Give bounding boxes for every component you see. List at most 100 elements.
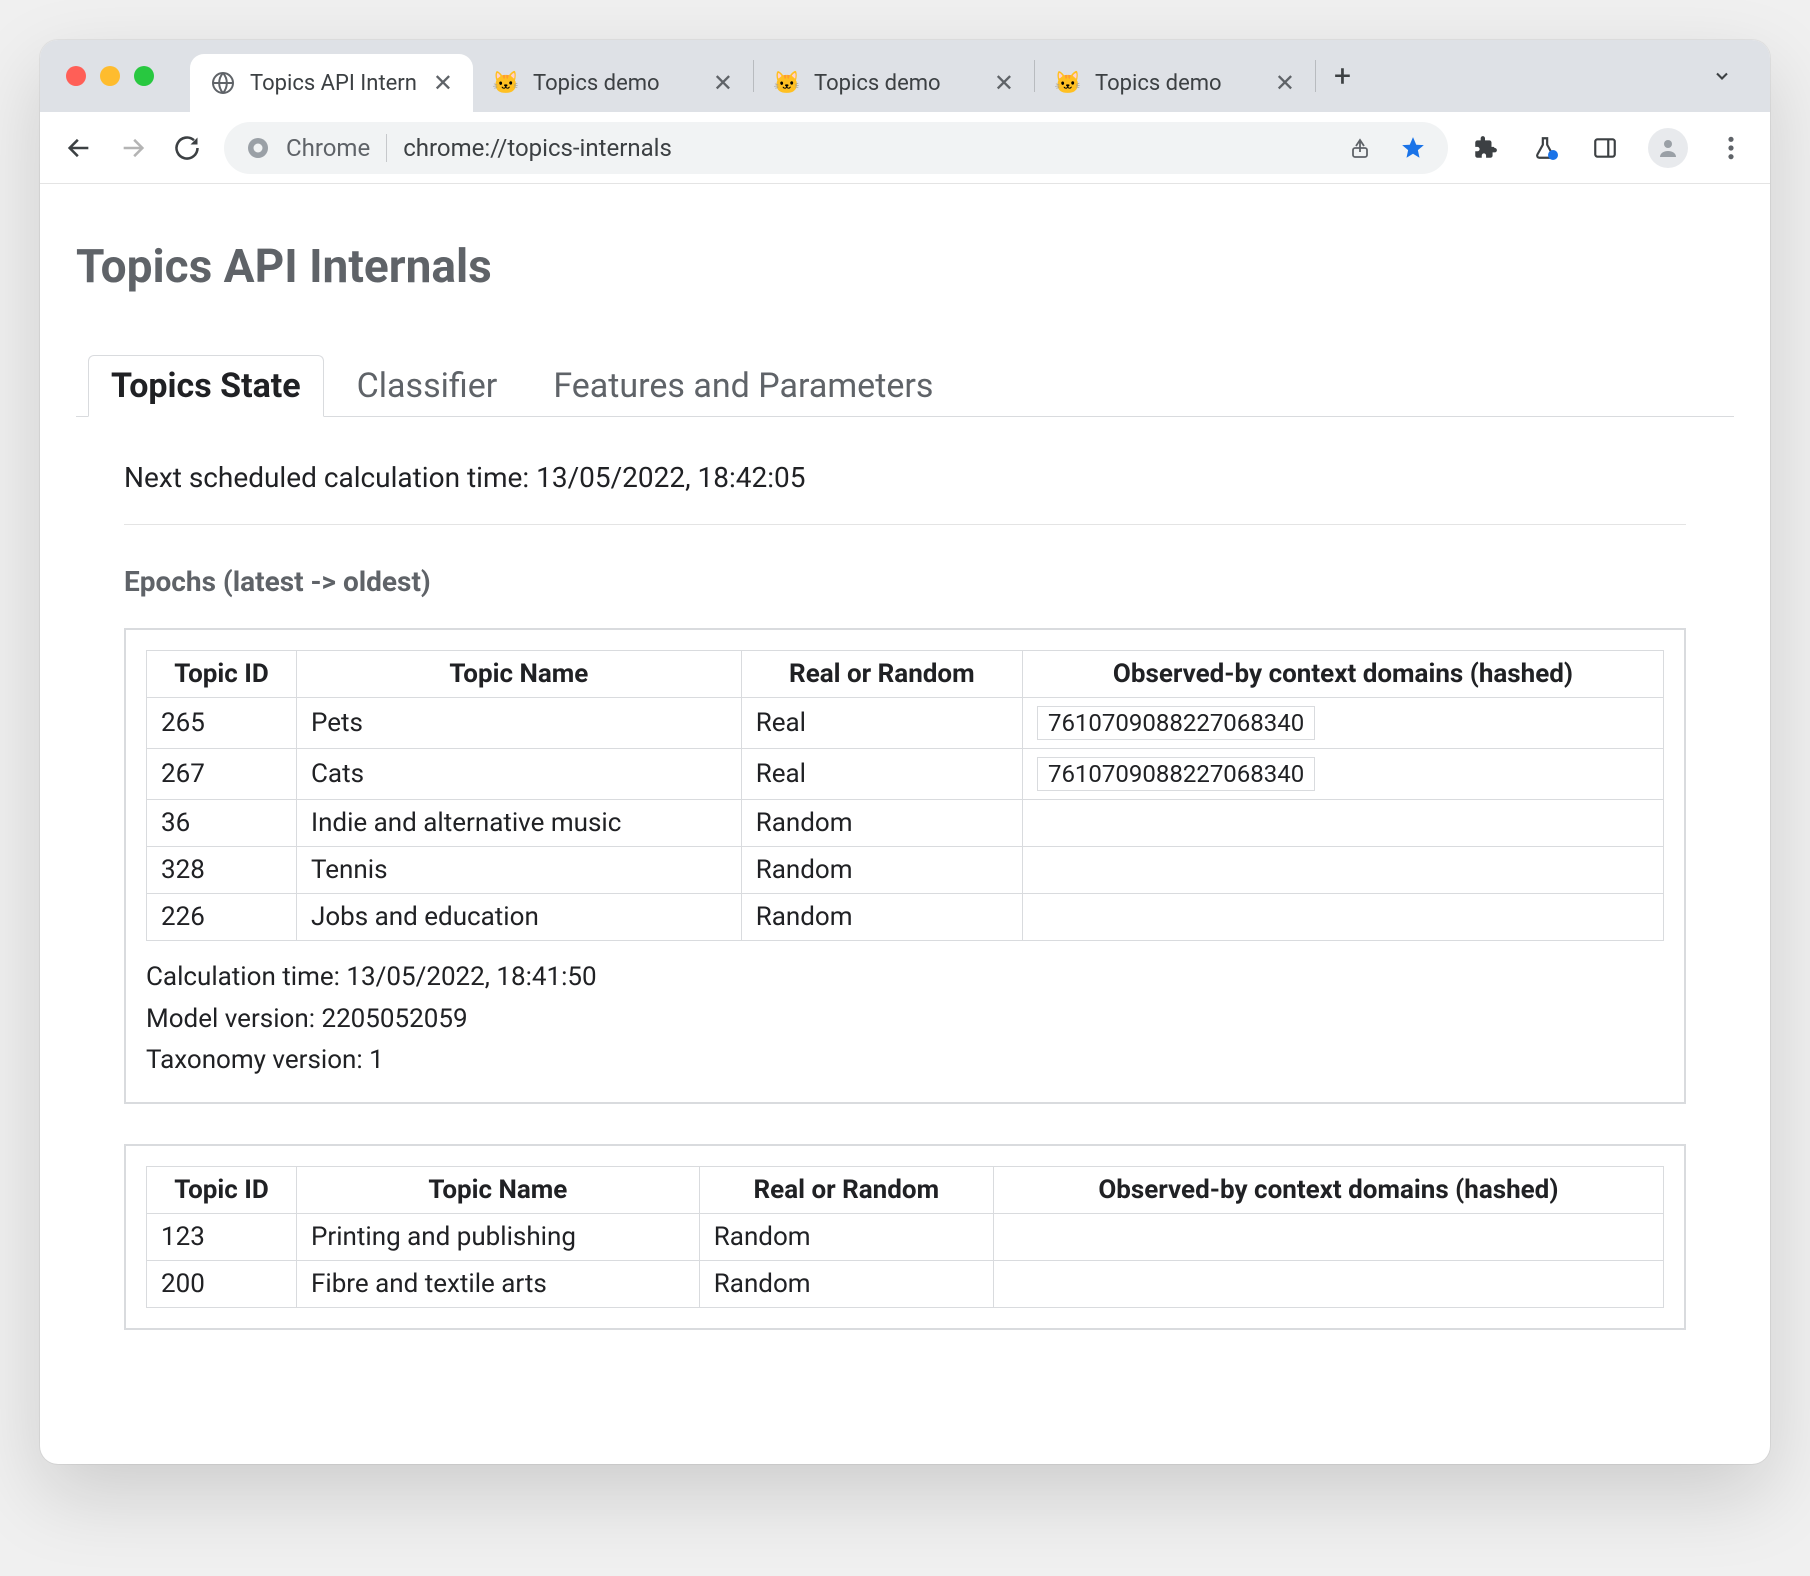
share-icon[interactable]: [1348, 136, 1372, 160]
epoch-meta: Calculation time: 13/05/2022, 18:41:50 M…: [146, 957, 1664, 1082]
close-icon[interactable]: ✕: [992, 69, 1016, 97]
cell-hash: [993, 1260, 1663, 1307]
cat-icon: 🐱: [1055, 70, 1081, 96]
url-scheme-label: Chrome: [286, 134, 370, 162]
page-tabs: Topics State Classifier Features and Par…: [76, 354, 1734, 417]
cell-topic-id: 200: [147, 1260, 297, 1307]
browser-tab[interactable]: Topics API Intern ✕: [190, 54, 473, 112]
page-content: Topics API Internals Topics State Classi…: [40, 184, 1770, 1464]
tab-list-dropdown[interactable]: [1694, 66, 1750, 86]
window-controls: [66, 66, 154, 86]
minimize-window-button[interactable]: [100, 66, 120, 86]
table-row: 200 Fibre and textile arts Random: [147, 1260, 1664, 1307]
tab-title: Topics API Intern: [250, 71, 417, 96]
cell-kind: Real: [741, 749, 1022, 800]
globe-icon: [210, 70, 236, 96]
cell-topic-id: 36: [147, 800, 297, 847]
cat-icon: 🐱: [493, 70, 519, 96]
tab-topics-state[interactable]: Topics State: [88, 355, 324, 417]
table-header-row: Topic ID Topic Name Real or Random Obser…: [147, 1166, 1664, 1213]
chrome-logo-icon: [246, 136, 270, 160]
cell-topic-id: 328: [147, 847, 297, 894]
cell-kind: Real: [741, 698, 1022, 749]
tab-features-parameters[interactable]: Features and Parameters: [530, 355, 956, 417]
cell-kind: Random: [699, 1213, 993, 1260]
cell-topic-id: 267: [147, 749, 297, 800]
tab-title: Topics demo: [814, 71, 978, 96]
table-row: 123 Printing and publishing Random: [147, 1213, 1664, 1260]
bookmark-star-icon[interactable]: [1400, 135, 1426, 161]
close-icon[interactable]: ✕: [711, 69, 735, 97]
browser-tab[interactable]: 🐱 Topics demo ✕: [754, 54, 1034, 112]
hash-chip: 7610709088227068340: [1037, 757, 1315, 791]
next-calc-line: Next scheduled calculation time: 13/05/2…: [124, 461, 1686, 525]
cat-icon: 🐱: [774, 70, 800, 96]
model-version-label: Model version:: [146, 1004, 321, 1034]
page-title: Topics API Internals: [76, 240, 1734, 294]
epoch-table: Topic ID Topic Name Real or Random Obser…: [146, 650, 1664, 941]
close-window-button[interactable]: [66, 66, 86, 86]
epochs-heading: Epochs (latest -> oldest): [124, 565, 1686, 598]
menu-icon[interactable]: [1714, 131, 1748, 165]
omnibox-divider: [386, 134, 387, 162]
close-icon[interactable]: ✕: [431, 69, 455, 97]
epoch-block: Topic ID Topic Name Real or Random Obser…: [124, 628, 1686, 1104]
cell-kind: Random: [699, 1260, 993, 1307]
cell-topic-name: Fibre and textile arts: [297, 1260, 700, 1307]
reload-button[interactable]: [170, 131, 204, 165]
labs-icon[interactable]: [1528, 131, 1562, 165]
epoch-table: Topic ID Topic Name Real or Random Obser…: [146, 1166, 1664, 1308]
forward-button[interactable]: [116, 131, 150, 165]
col-topic-name: Topic Name: [297, 651, 742, 698]
cell-hash: [1022, 800, 1663, 847]
cell-hash: [1022, 847, 1663, 894]
url-text: chrome://topics-internals: [403, 134, 672, 162]
col-observed-domains: Observed-by context domains (hashed): [1022, 651, 1663, 698]
table-header-row: Topic ID Topic Name Real or Random Obser…: [147, 651, 1664, 698]
toolbar-right: [1468, 128, 1748, 168]
maximize-window-button[interactable]: [134, 66, 154, 86]
cell-hash: 7610709088227068340: [1022, 698, 1663, 749]
table-row: 36 Indie and alternative music Random: [147, 800, 1664, 847]
address-bar[interactable]: Chrome chrome://topics-internals: [224, 122, 1448, 174]
back-button[interactable]: [62, 131, 96, 165]
extensions-icon[interactable]: [1468, 131, 1502, 165]
epoch-block: Topic ID Topic Name Real or Random Obser…: [124, 1144, 1686, 1330]
tab-title: Topics demo: [1095, 71, 1259, 96]
cell-kind: Random: [741, 800, 1022, 847]
cell-topic-name: Tennis: [297, 847, 742, 894]
cell-hash: [993, 1213, 1663, 1260]
calc-time-value: 13/05/2022, 18:41:50: [346, 962, 596, 992]
table-row: 328 Tennis Random: [147, 847, 1664, 894]
titlebar: Topics API Intern ✕ 🐱 Topics demo ✕ 🐱 To…: [40, 40, 1770, 112]
side-panel-icon[interactable]: [1588, 131, 1622, 165]
cell-kind: Random: [741, 894, 1022, 941]
tab-classifier[interactable]: Classifier: [334, 355, 521, 417]
tab-strip: Topics API Intern ✕ 🐱 Topics demo ✕ 🐱 To…: [190, 40, 1750, 112]
col-real-random: Real or Random: [699, 1166, 993, 1213]
table-row: 226 Jobs and education Random: [147, 894, 1664, 941]
next-calc-value: 13/05/2022, 18:42:05: [536, 461, 805, 494]
cell-topic-id: 226: [147, 894, 297, 941]
browser-tab[interactable]: 🐱 Topics demo ✕: [1035, 54, 1315, 112]
tab-body: Next scheduled calculation time: 13/05/2…: [76, 417, 1734, 1394]
browser-window: Topics API Intern ✕ 🐱 Topics demo ✕ 🐱 To…: [40, 40, 1770, 1464]
profile-avatar[interactable]: [1648, 128, 1688, 168]
hash-chip: 7610709088227068340: [1037, 706, 1315, 740]
close-icon[interactable]: ✕: [1273, 69, 1297, 97]
cell-hash: 7610709088227068340: [1022, 749, 1663, 800]
cell-kind: Random: [741, 847, 1022, 894]
table-row: 265 Pets Real 7610709088227068340: [147, 698, 1664, 749]
tab-title: Topics demo: [533, 71, 697, 96]
cell-topic-name: Pets: [297, 698, 742, 749]
col-topic-id: Topic ID: [147, 651, 297, 698]
new-tab-button[interactable]: +: [1316, 59, 1369, 94]
cell-topic-id: 123: [147, 1213, 297, 1260]
taxonomy-version-value: 1: [369, 1045, 384, 1075]
cell-topic-name: Indie and alternative music: [297, 800, 742, 847]
browser-tab[interactable]: 🐱 Topics demo ✕: [473, 54, 753, 112]
next-calc-label: Next scheduled calculation time:: [124, 461, 536, 494]
cell-topic-id: 265: [147, 698, 297, 749]
cell-topic-name: Jobs and education: [297, 894, 742, 941]
col-topic-name: Topic Name: [297, 1166, 700, 1213]
